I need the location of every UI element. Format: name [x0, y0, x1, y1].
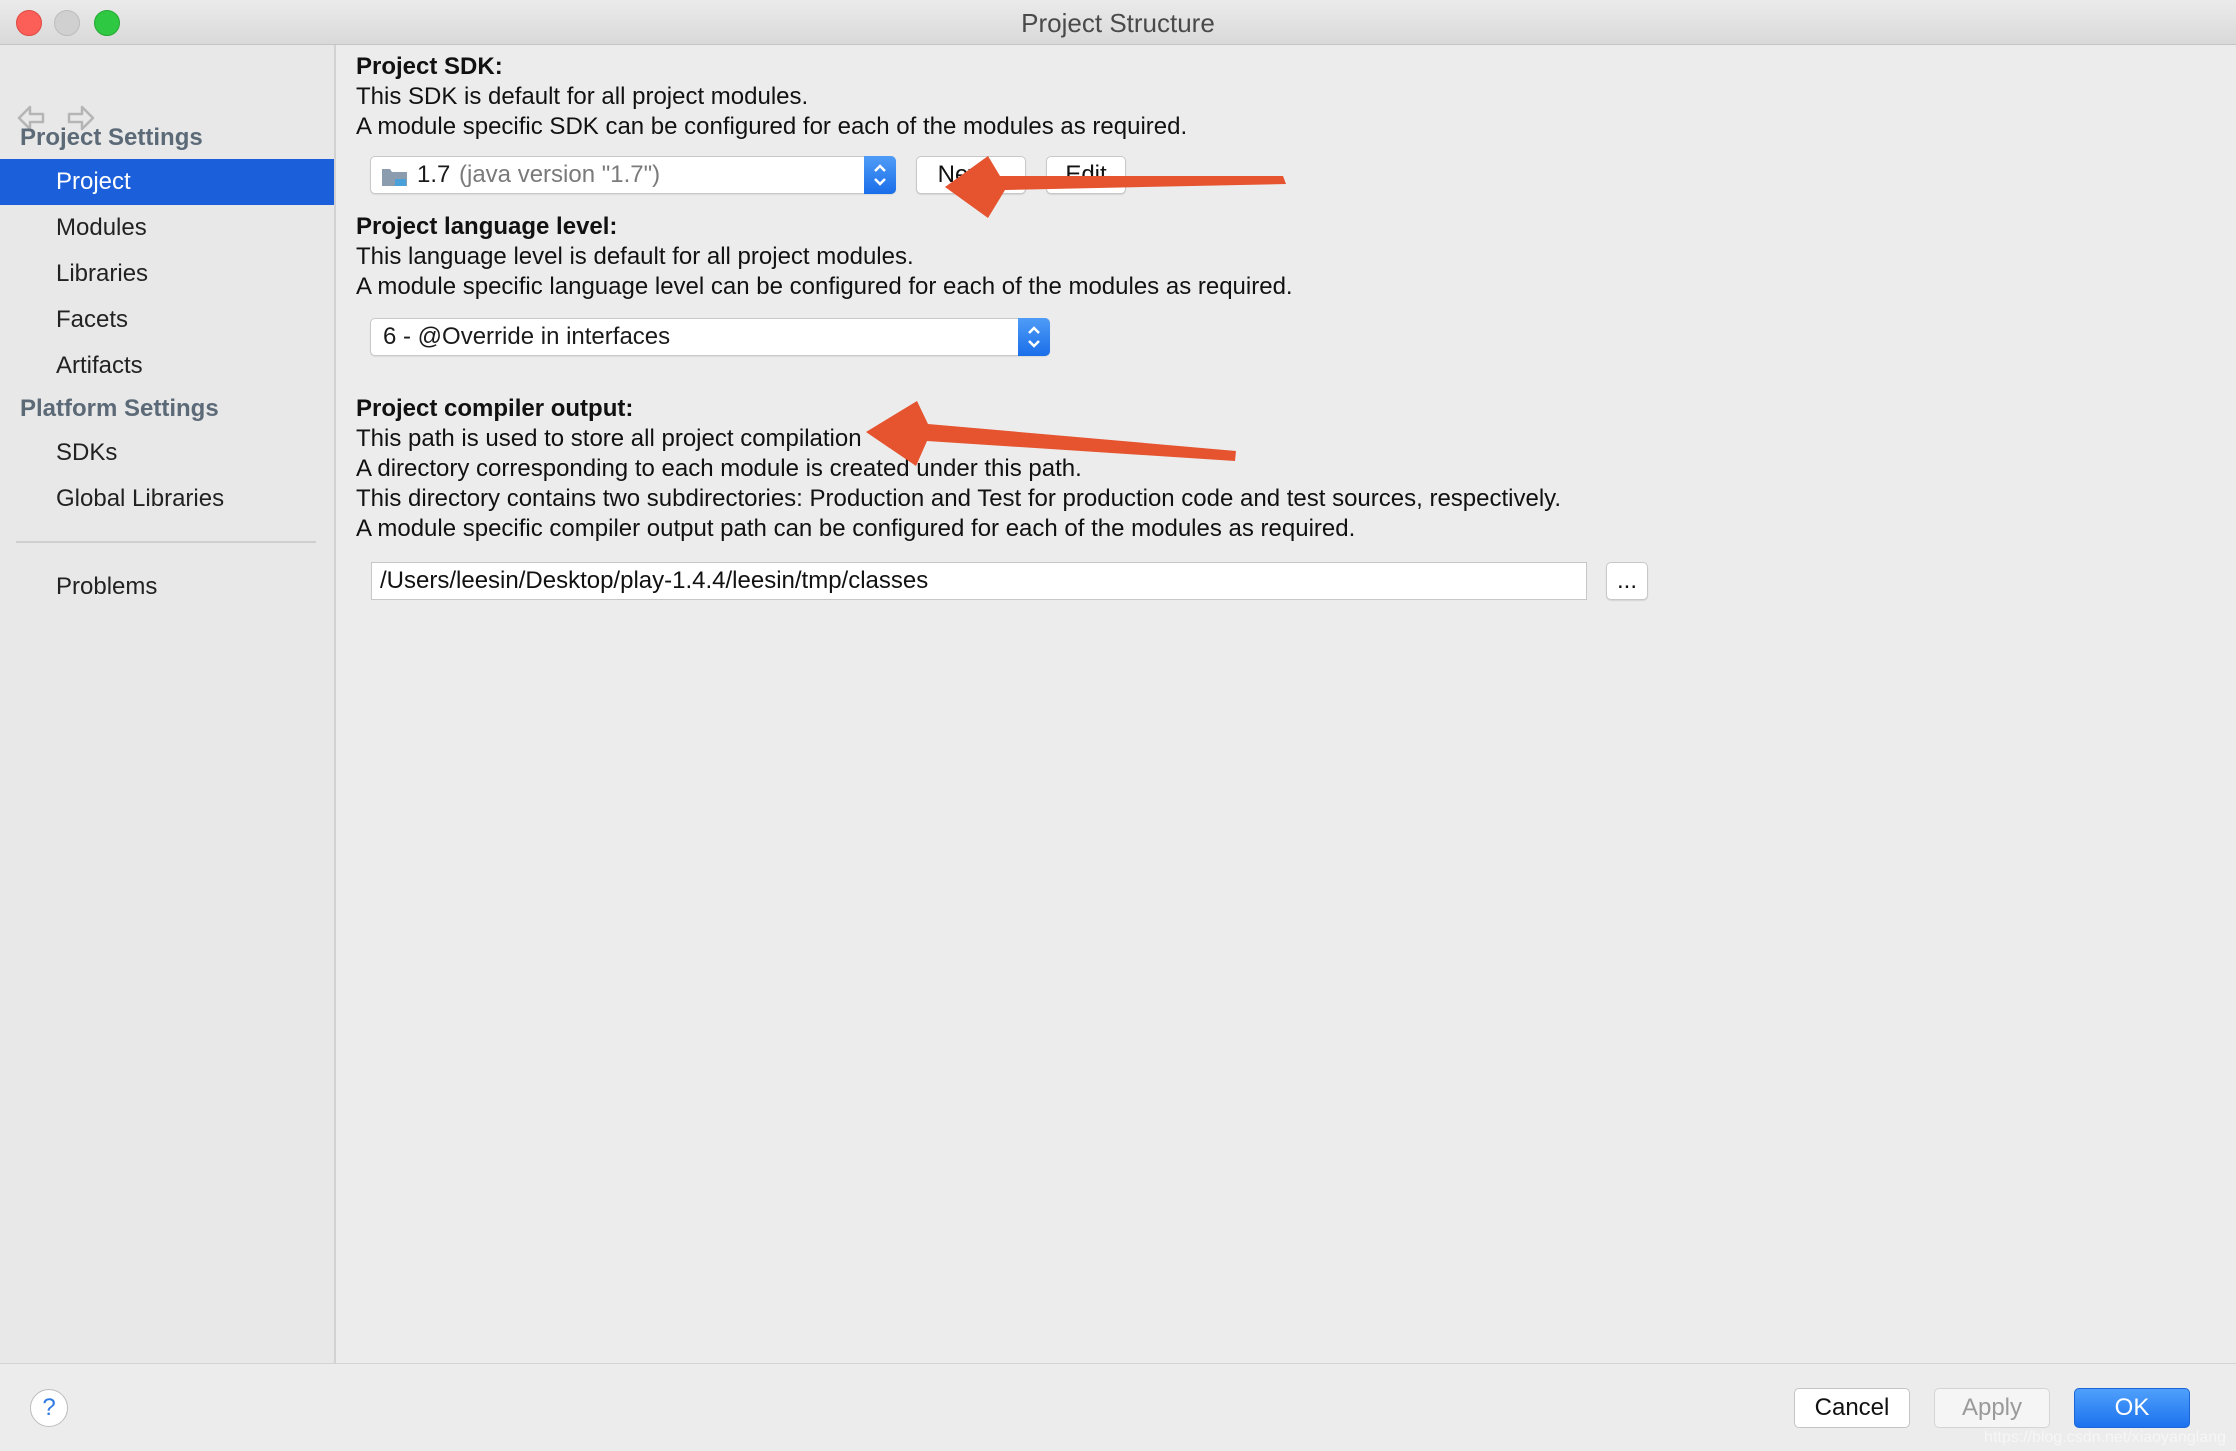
- sidebar-item-problems[interactable]: Problems: [0, 564, 334, 610]
- sidebar-item-project[interactable]: Project: [0, 159, 334, 205]
- platform-settings-header: Platform Settings: [20, 395, 219, 422]
- project-sdk-description-2: A module specific SDK can be configured …: [356, 113, 1188, 140]
- sidebar-item-modules[interactable]: Modules: [0, 205, 334, 251]
- title-bar: Project Structure: [0, 0, 2236, 45]
- language-level-heading: Project language level:: [356, 213, 618, 240]
- language-level-select[interactable]: 6 - @Override in interfaces: [370, 318, 1050, 356]
- sidebar: Project Settings Project Modules Librari…: [0, 45, 336, 1363]
- ok-button[interactable]: OK: [2074, 1388, 2190, 1428]
- compiler-output-heading: Project compiler output:: [356, 395, 634, 422]
- compiler-output-path-field[interactable]: /Users/leesin/Desktop/play-1.4.4/leesin/…: [371, 562, 1587, 600]
- cancel-button[interactable]: Cancel: [1794, 1388, 1910, 1428]
- compiler-output-description-3: This directory contains two subdirectori…: [356, 485, 1562, 512]
- sdk-version: 1.7: [417, 161, 451, 188]
- compiler-output-description-4: A module specific compiler output path c…: [356, 515, 1356, 542]
- sidebar-item-global-libraries[interactable]: Global Libraries: [0, 476, 334, 522]
- apply-button[interactable]: Apply: [1934, 1388, 2050, 1428]
- language-level-value: 6 - @Override in interfaces: [383, 323, 671, 350]
- language-level-description-2: A module specific language level can be …: [356, 273, 1293, 300]
- chevron-updown-icon: [1028, 326, 1040, 348]
- project-settings-header: Project Settings: [20, 124, 203, 151]
- sidebar-item-facets[interactable]: Facets: [0, 297, 334, 343]
- compiler-output-description-2: A directory corresponding to each module…: [356, 455, 1082, 482]
- project-sdk-description-1: This SDK is default for all project modu…: [356, 83, 809, 110]
- language-level-dropdown-stepper[interactable]: [1018, 318, 1050, 356]
- edit-sdk-button[interactable]: Edit: [1046, 156, 1126, 194]
- project-sdk-select[interactable]: 1.7 (java version "1.7"): [370, 156, 896, 194]
- sidebar-divider: [16, 541, 316, 543]
- browse-path-button[interactable]: ...: [1606, 562, 1648, 600]
- sidebar-item-libraries[interactable]: Libraries: [0, 251, 334, 297]
- sdk-folder-icon: [382, 169, 407, 186]
- help-button[interactable]: ?: [30, 1389, 68, 1427]
- dialog-footer: ? Cancel Apply OK https://blog.csdn.net/…: [0, 1363, 2236, 1451]
- sidebar-item-artifacts[interactable]: Artifacts: [0, 343, 334, 389]
- chevron-updown-icon: [874, 164, 886, 186]
- window-title: Project Structure: [1021, 8, 1215, 38]
- watermark-text: https://blog.csdn.net/xiaoyanglang: [1984, 1429, 2226, 1446]
- language-level-description-1: This language level is default for all p…: [356, 243, 914, 270]
- sidebar-item-sdks[interactable]: SDKs: [0, 430, 334, 476]
- sdk-version-detail: (java version "1.7"): [459, 161, 661, 188]
- new-sdk-button[interactable]: New...: [916, 156, 1026, 194]
- project-sdk-heading: Project SDK:: [356, 53, 503, 80]
- compiler-output-description-1: This path is used to store all project c…: [356, 425, 862, 452]
- sdk-dropdown-stepper[interactable]: [864, 156, 896, 194]
